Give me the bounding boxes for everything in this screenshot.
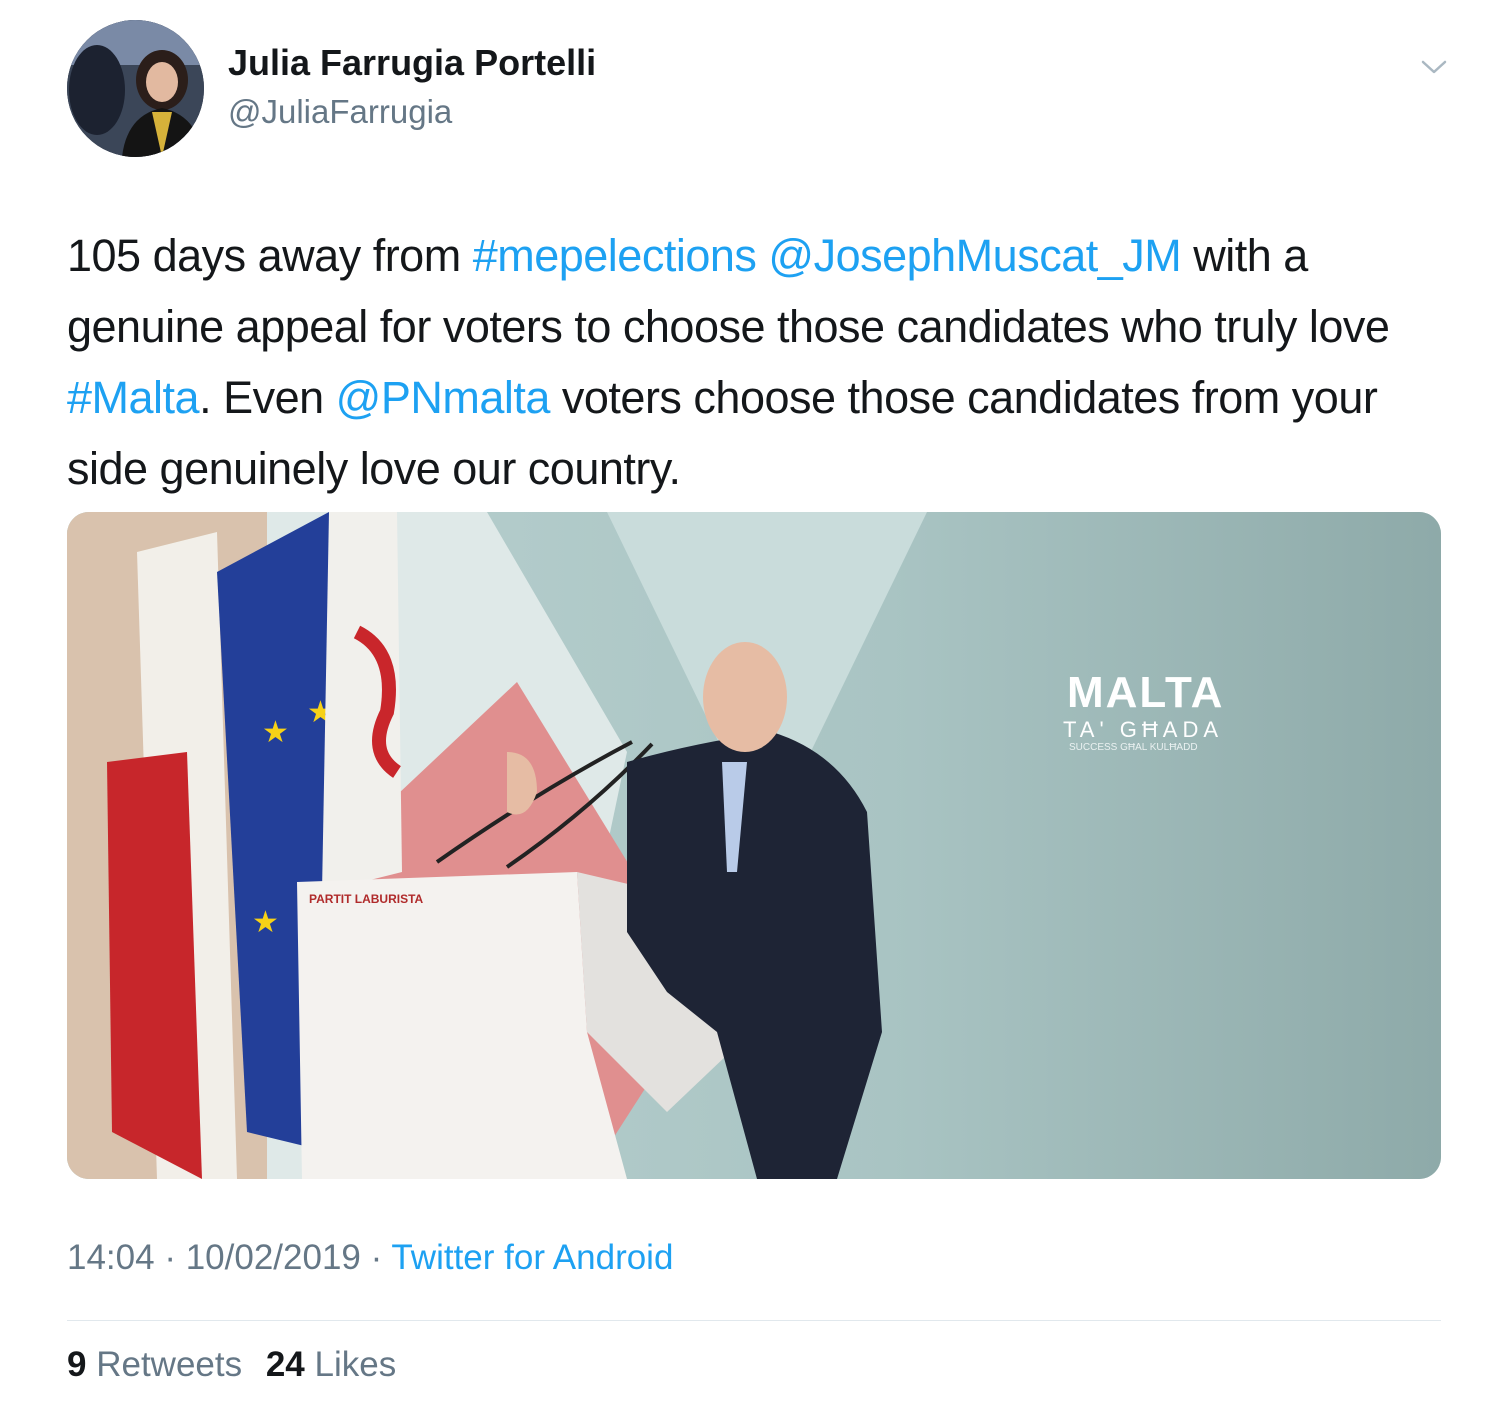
podium-label: PARTIT LABURISTA [309, 892, 424, 906]
tweet-stats: 9 Retweets 24 Likes [67, 1345, 410, 1385]
tweet-meta: 14:04 · 10/02/2019 · Twitter for Android [67, 1238, 673, 1278]
retweets-label: Retweets [96, 1345, 243, 1384]
tweet-time[interactable]: 14:04 [67, 1238, 155, 1277]
podium [297, 872, 627, 1179]
tweet-text-part [756, 230, 768, 281]
meta-separator: · [154, 1238, 186, 1277]
author-handle[interactable]: @JuliaFarrugia [228, 93, 452, 131]
tweet-source-link[interactable]: Twitter for Android [391, 1238, 673, 1277]
chevron-down-icon[interactable] [1420, 57, 1448, 77]
likes-count: 24 [265, 1345, 305, 1384]
tweet-text-part: 105 days away from [67, 230, 473, 281]
svg-text:★: ★ [262, 715, 289, 750]
tweet-text: 105 days away from #mepelections @Joseph… [67, 220, 1447, 504]
hashtag-malta-link[interactable]: #Malta [67, 372, 200, 423]
mention-pnmalta-link[interactable]: @PNmalta [336, 372, 551, 423]
author-name[interactable]: Julia Farrugia Portelli [228, 42, 596, 84]
logo-tagline: SUCCESS GĦAL KULĦADD [1069, 742, 1198, 753]
avatar[interactable] [67, 20, 204, 157]
hashtag-mepelections-link[interactable]: #mepelections [473, 230, 757, 281]
retweets-count: 9 [67, 1345, 87, 1384]
avatar-photo [67, 20, 204, 157]
svg-text:★: ★ [252, 905, 279, 940]
tweet-date[interactable]: 10/02/2019 [186, 1238, 361, 1277]
meta-separator: · [360, 1238, 392, 1277]
likes-stat[interactable]: 24 Likes [266, 1345, 396, 1384]
logo-subtitle: TA' GĦADA [1063, 717, 1223, 742]
logo-title: MALTA [1067, 668, 1224, 717]
photo-scene: ★ ★ ★ PARTIT LABURISTA MALTA TA' GĦADA S… [67, 512, 1441, 1179]
likes-label: Likes [314, 1345, 397, 1384]
tweet-photo[interactable]: ★ ★ ★ PARTIT LABURISTA MALTA TA' GĦADA S… [67, 512, 1441, 1179]
mention-josephmuscat-link[interactable]: @JosephMuscat_JM [768, 230, 1181, 281]
retweets-stat[interactable]: 9 Retweets [67, 1345, 242, 1384]
tweet-text-part: . Even [199, 372, 336, 423]
divider [67, 1320, 1441, 1321]
